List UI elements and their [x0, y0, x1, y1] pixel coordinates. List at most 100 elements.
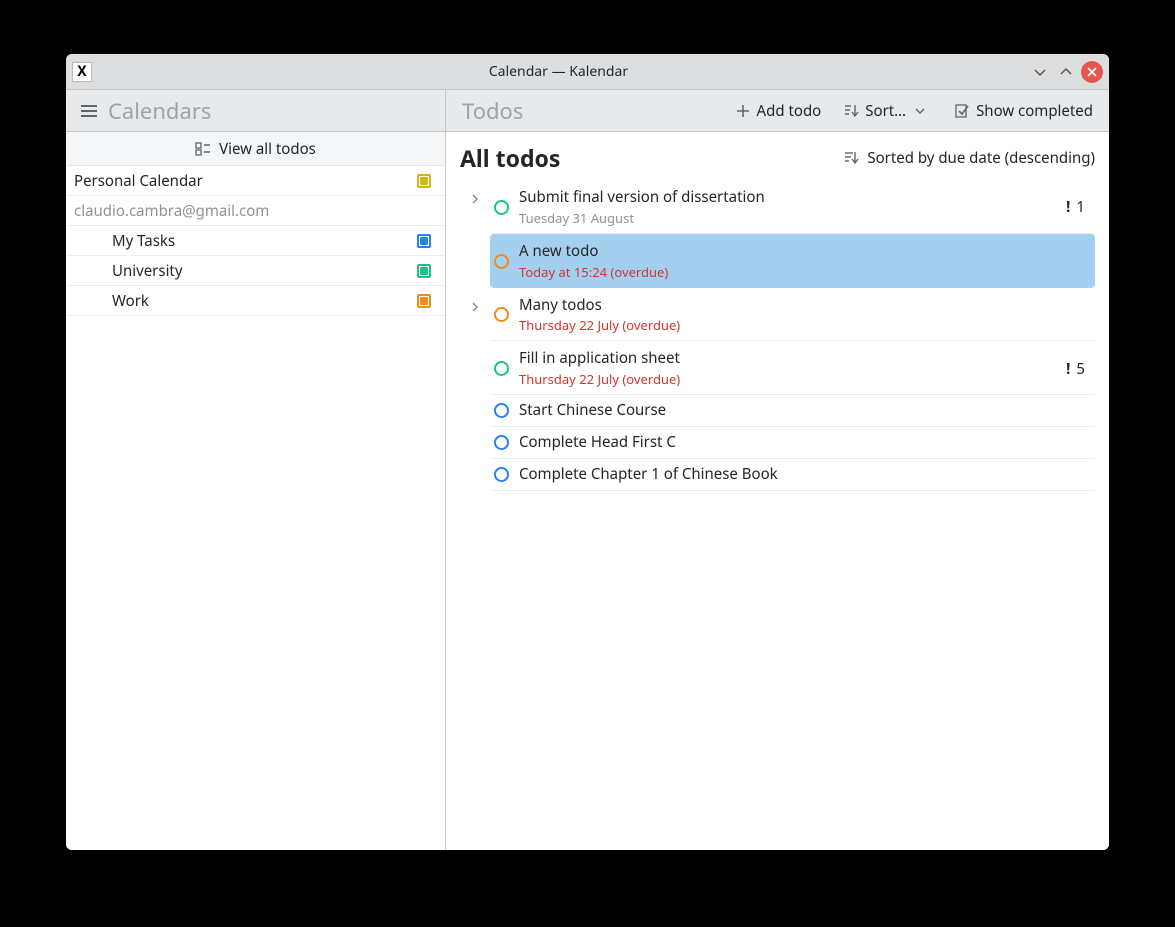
todo-complete-toggle[interactable] [494, 307, 509, 322]
main-header: Todos Add todo Sort… [446, 90, 1109, 131]
todo-text: Complete Chapter 1 of Chinese Book [519, 465, 1085, 484]
body: View all todos Personal Calendar claudio… [66, 132, 1109, 850]
todo-row: Submit final version of dissertation Tues… [460, 180, 1095, 234]
window-maximize-button[interactable] [1055, 61, 1077, 83]
sorted-by-indicator[interactable]: Sorted by due date (descending) [843, 148, 1095, 168]
app-window: X Calendar — Kalendar Calendars Todos [66, 54, 1109, 850]
todo-complete-toggle[interactable] [494, 435, 509, 450]
expand-toggle[interactable] [460, 180, 490, 204]
sort-label: Sort… [865, 101, 906, 121]
calendar-label: University [112, 261, 417, 281]
todo-row: Complete Chapter 1 of Chinese Book [460, 459, 1095, 491]
show-completed-button[interactable]: Show completed [954, 101, 1093, 121]
chevron-down-icon [914, 105, 926, 117]
sort-desc-icon [843, 150, 859, 166]
calendar-item[interactable]: Work [66, 286, 445, 316]
todo-row: Many todosThursday 22 July (overdue) [460, 288, 1095, 342]
tasks-icon [195, 141, 211, 157]
todo-item[interactable]: Many todosThursday 22 July (overdue) [490, 288, 1095, 342]
priority-value: 1 [1076, 197, 1085, 217]
chevron-right-icon [470, 302, 480, 312]
calendar-label: Work [112, 291, 417, 311]
todo-item[interactable]: Fill in application sheet Thursday 22 Jul… [490, 341, 1095, 395]
calendar-color-chip [417, 264, 431, 278]
todo-row: Fill in application sheet Thursday 22 Jul… [460, 341, 1095, 395]
todo-title: Many todos [519, 296, 1085, 315]
close-icon [1086, 66, 1098, 78]
todo-title: Complete Chapter 1 of Chinese Book [519, 465, 1085, 484]
calendar-item[interactable]: University [66, 256, 445, 286]
sort-button[interactable]: Sort… [843, 101, 932, 121]
todo-due-date: Today at 15:24 (overdue) [519, 263, 1085, 281]
todo-item[interactable]: Submit final version of dissertation Tues… [490, 180, 1095, 234]
todo-title: Complete Head First C [519, 433, 1085, 452]
chevron-up-icon [1059, 65, 1073, 79]
calendar-label: Personal Calendar [74, 171, 417, 191]
account-label: claudio.cambra@gmail.com [74, 201, 437, 221]
hamburger-menu-button[interactable] [80, 102, 98, 120]
window-title: Calendar — Kalendar [92, 62, 1025, 81]
plus-icon [735, 103, 751, 119]
view-all-label: View all todos [219, 139, 316, 159]
main-title: Todos [462, 96, 523, 126]
window-close-button[interactable] [1081, 61, 1103, 83]
titlebar: X Calendar — Kalendar [66, 54, 1109, 90]
todo-complete-toggle[interactable] [494, 467, 509, 482]
todo-row: A new todo Today at 15:24 (overdue) [460, 234, 1095, 288]
header: Calendars Todos Add todo [66, 90, 1109, 132]
app-icon: X [72, 62, 92, 82]
priority-value: 5 [1076, 359, 1085, 379]
sidebar-header: Calendars [66, 90, 446, 131]
todo-list: Submit final version of dissertation Tues… [460, 180, 1095, 491]
hamburger-icon [80, 102, 98, 120]
sidebar-title: Calendars [108, 96, 211, 126]
priority-icon: ! [1066, 359, 1070, 379]
calendar-color-chip [417, 174, 431, 188]
todo-complete-toggle[interactable] [494, 403, 509, 418]
account-row[interactable]: claudio.cambra@gmail.com [66, 196, 445, 226]
sorted-by-label: Sorted by due date (descending) [867, 148, 1095, 168]
todo-due-date: Thursday 22 July (overdue) [519, 370, 1058, 388]
add-todo-button[interactable]: Add todo [735, 101, 822, 121]
todo-item[interactable]: Complete Head First C [490, 427, 1095, 459]
show-completed-label: Show completed [976, 101, 1093, 121]
todo-title: Submit final version of dissertation [519, 188, 1058, 207]
calendar-label: My Tasks [112, 231, 417, 251]
todo-text: A new todo Today at 15:24 (overdue) [519, 242, 1085, 281]
calendar-color-chip [417, 294, 431, 308]
todos-heading: All todos [460, 142, 560, 174]
todo-row: Complete Head First C [460, 427, 1095, 459]
todo-row: Start Chinese Course [460, 395, 1095, 427]
todo-priority: !5 [1066, 359, 1085, 379]
expand-toggle[interactable] [460, 288, 490, 312]
calendar-item-personal[interactable]: Personal Calendar [66, 166, 445, 196]
todo-complete-toggle[interactable] [494, 254, 509, 269]
todo-complete-toggle[interactable] [494, 361, 509, 376]
priority-icon: ! [1066, 197, 1070, 217]
todos-header: All todos Sorted by due date (descending… [460, 142, 1095, 174]
todo-due-date: Tuesday 31 August [519, 209, 1058, 227]
todo-text: Complete Head First C [519, 433, 1085, 452]
todo-item[interactable]: A new todo Today at 15:24 (overdue) [490, 234, 1095, 288]
todo-complete-toggle[interactable] [494, 200, 509, 215]
task-check-icon [954, 103, 970, 119]
add-todo-label: Add todo [757, 101, 822, 121]
chevron-down-icon [1033, 65, 1047, 79]
todo-item[interactable]: Complete Chapter 1 of Chinese Book [490, 459, 1095, 491]
todo-item[interactable]: Start Chinese Course [490, 395, 1095, 427]
todo-text: Submit final version of dissertation Tues… [519, 188, 1058, 227]
todo-title: Start Chinese Course [519, 401, 1085, 420]
view-all-todos-button[interactable]: View all todos [66, 132, 445, 166]
chevron-right-icon [470, 194, 480, 204]
window-minimize-button[interactable] [1029, 61, 1051, 83]
todo-title: Fill in application sheet [519, 349, 1058, 368]
sidebar: View all todos Personal Calendar claudio… [66, 132, 446, 850]
calendar-color-chip [417, 234, 431, 248]
todo-due-date: Thursday 22 July (overdue) [519, 316, 1085, 334]
main-pane: All todos Sorted by due date (descending… [446, 132, 1109, 850]
todo-title: A new todo [519, 242, 1085, 261]
todo-priority: !1 [1066, 197, 1085, 217]
calendar-item[interactable]: My Tasks [66, 226, 445, 256]
sort-icon [843, 103, 859, 119]
todo-text: Start Chinese Course [519, 401, 1085, 420]
